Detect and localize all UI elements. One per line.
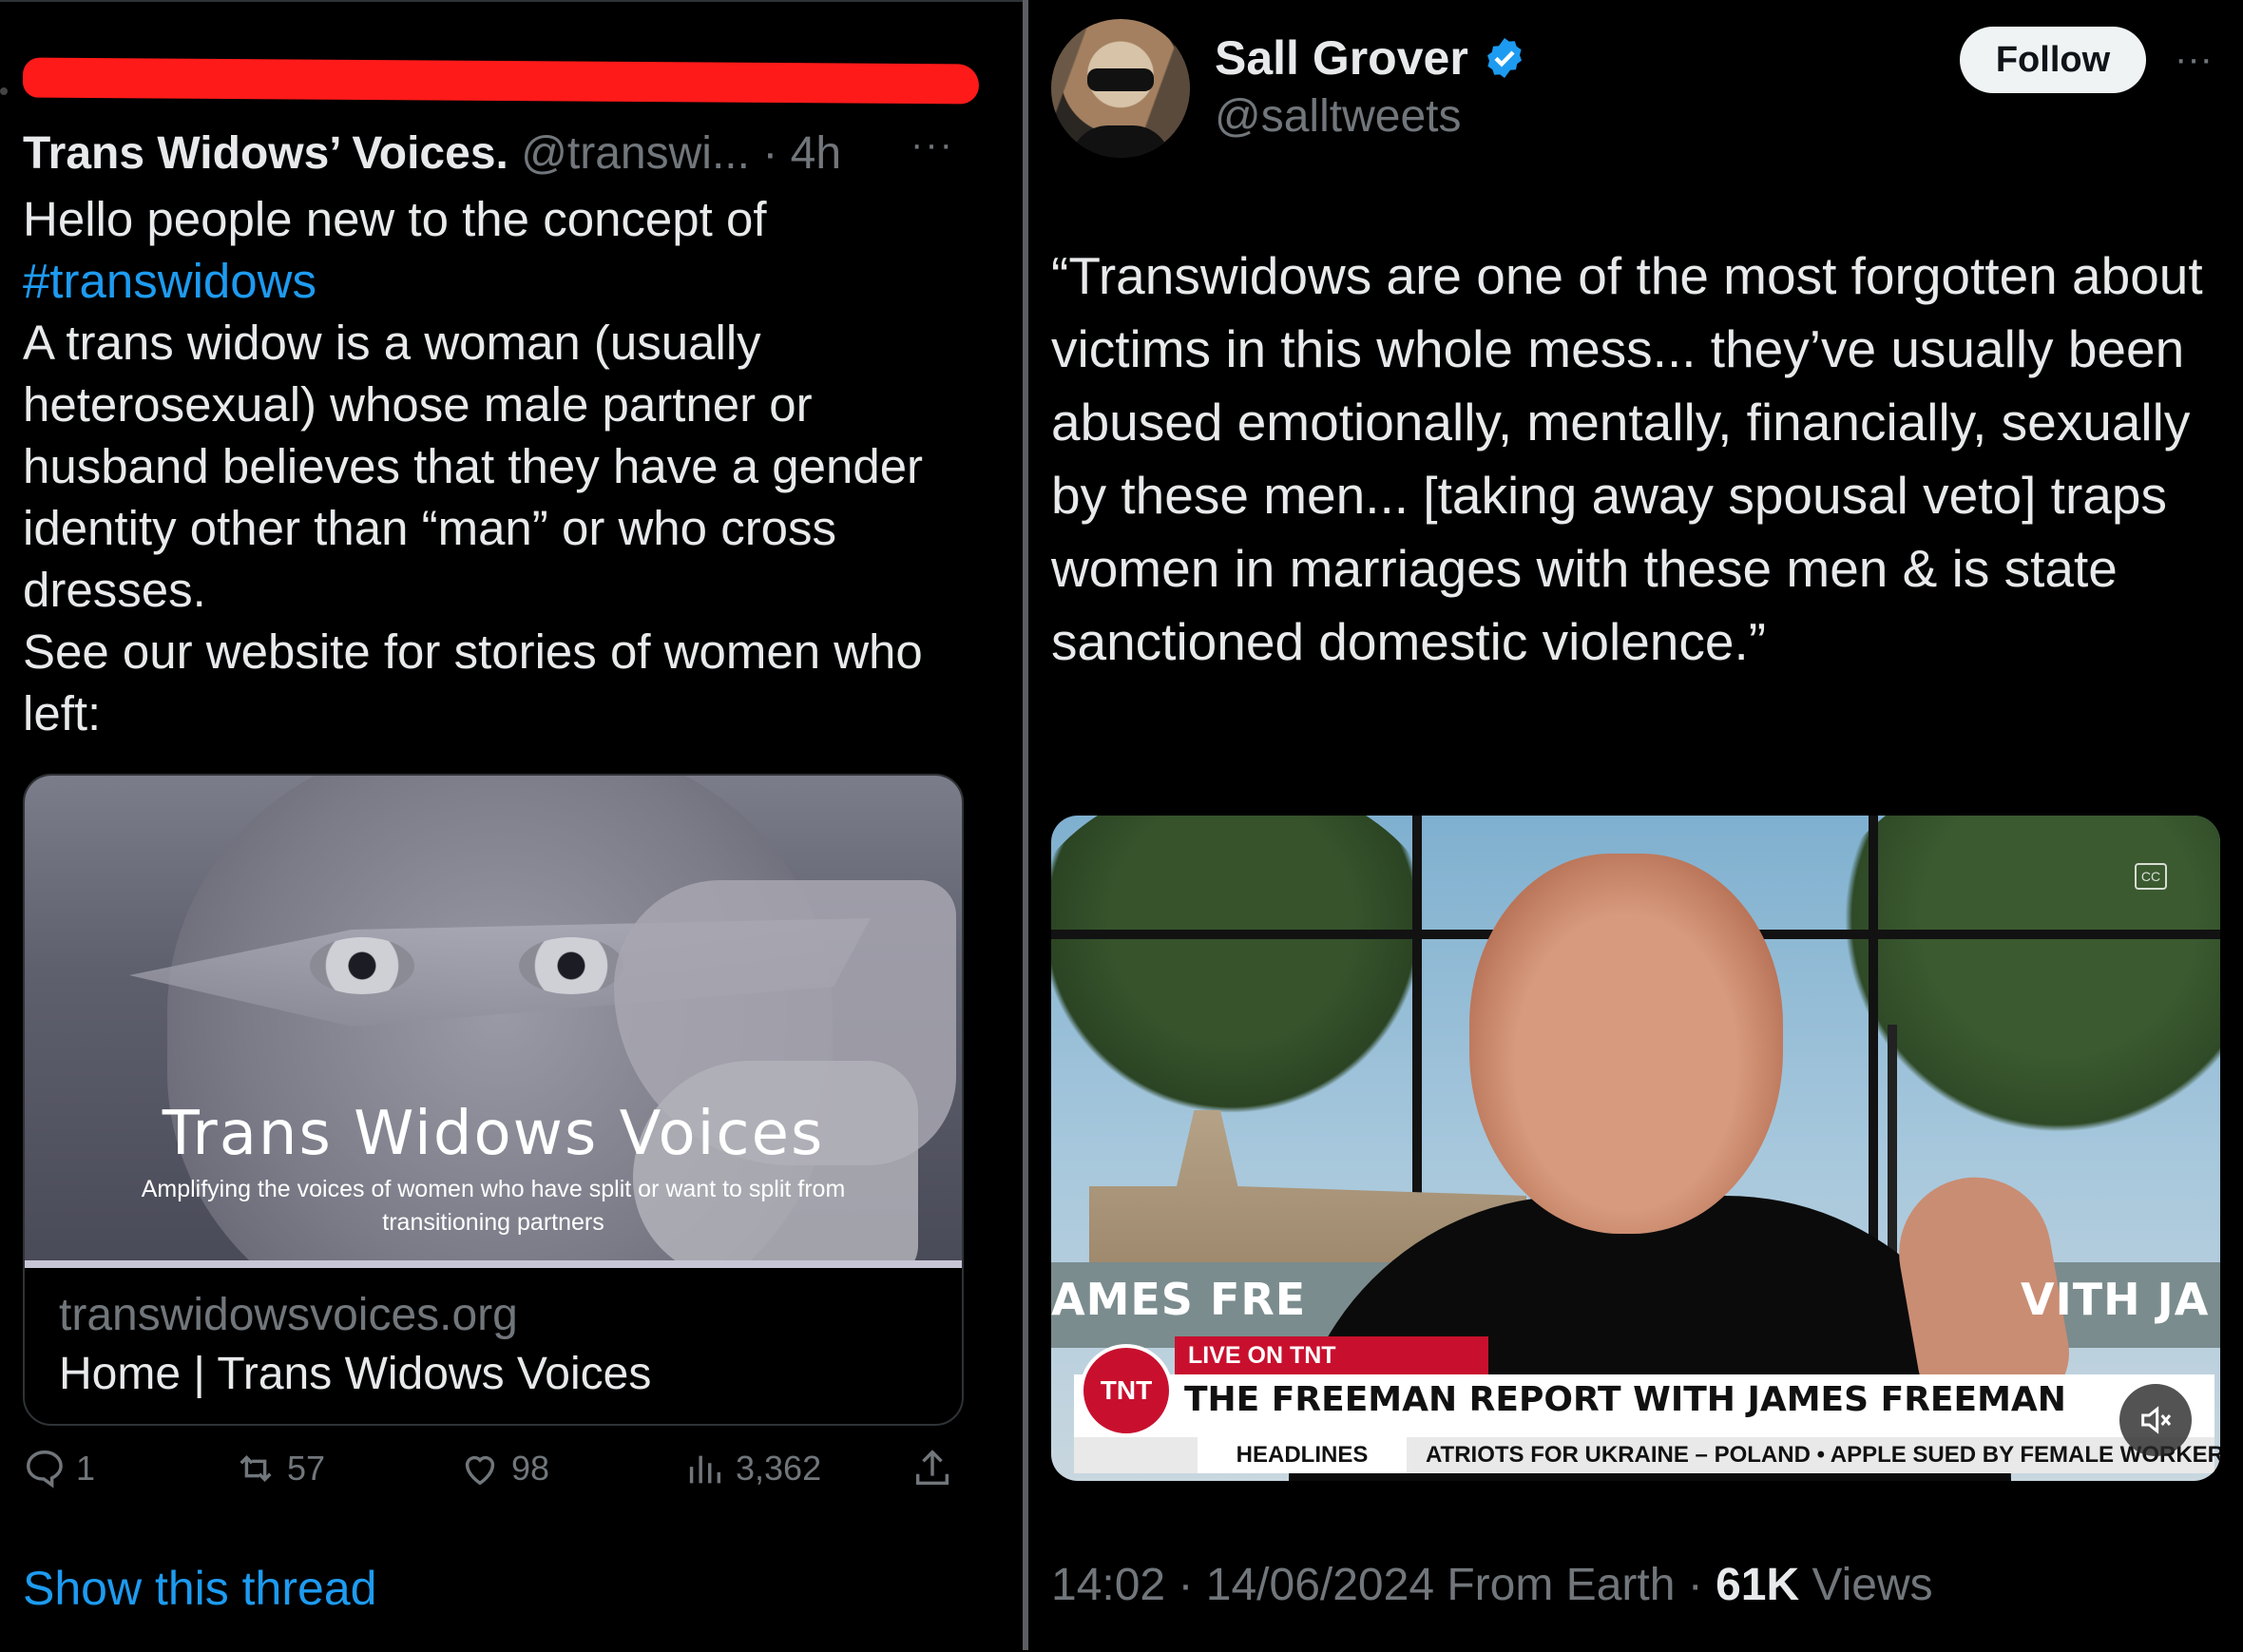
tweet-source: From Earth [1434,1560,1676,1610]
tweet-line-2: A trans widow is a woman (usually hetero… [23,316,924,617]
faded-indicator [0,87,8,95]
reply-button[interactable]: 1 [23,1447,95,1490]
video-player[interactable]: CC AMES FRE VITH JA LIVE ON TNT TNT THE … [1051,816,2220,1481]
link-preview-card[interactable]: Trans Widows Voices Amplifying the voice… [23,774,964,1426]
card-image[interactable]: Trans Widows Voices Amplifying the voice… [25,776,962,1260]
verified-badge-icon [1486,38,1522,78]
author-handle[interactable]: @transwi... [521,128,750,179]
share-button[interactable] [911,1447,964,1490]
views-label: Views [1799,1560,1933,1610]
views-chart-icon [689,1455,721,1484]
eye-right [519,937,623,994]
hashtag-link[interactable]: #transwidows [23,250,983,312]
tweet-header: Trans Widows’ Voices. @transwi... · 4h [23,124,841,184]
tree-foliage-left [1051,816,1450,1139]
views-count: 3,362 [736,1449,822,1488]
repost-icon [240,1455,272,1482]
avatar[interactable] [1051,19,1190,158]
card-image-title: Trans Widows Voices [162,1099,825,1169]
repost-button[interactable]: 57 [234,1447,325,1490]
card-page-title[interactable]: Home | Trans Widows Voices [59,1348,651,1400]
author-handle[interactable]: @salltweets [1215,90,1461,143]
backdrop-text-right: VITH JA [2021,1274,2210,1325]
show-title: THE FREEMAN REPORT WITH JAMES FREEMAN [1184,1380,2066,1419]
reply-count: 1 [76,1449,96,1488]
card-domain[interactable]: transwidowsvoices.org [59,1289,518,1341]
eye-left [310,937,414,994]
tweet-text: “Transwidows are one of the most forgott… [1051,246,2203,671]
news-ticker: HEADLINES ATRIOTS FOR UKRAINE – POLAND •… [1074,1437,2220,1473]
more-options-icon[interactable]: ··· [911,124,954,166]
avatar-sunglasses [1087,68,1154,91]
tweet-time[interactable]: 14:02 [1051,1560,1165,1610]
follow-button[interactable]: Follow [1960,27,2146,93]
tweet-line-3: See our website for stories of women who… [23,624,923,740]
tweet-text: Hello people new to the concept of #tran… [23,188,983,744]
timestamp[interactable]: 4h [791,128,841,179]
card-divider [25,1260,962,1268]
share-icon [915,1450,949,1486]
separator: · [762,128,778,179]
muted-speaker-icon [2141,1406,2172,1434]
tweet-line-1: Hello people new to the concept of [23,192,767,246]
backdrop-text-left: AMES FRE [1051,1274,1307,1325]
live-tag: LIVE ON TNT [1175,1336,1488,1374]
tweet-date[interactable]: 14/06/2024 [1206,1560,1434,1610]
like-button[interactable]: 98 [458,1447,549,1490]
views-button[interactable]: 3,362 [682,1447,821,1490]
author-name[interactable]: Sall Grover [1215,30,1468,86]
action-bar: 1 57 98 3,362 [23,1447,964,1504]
author-name[interactable]: Trans Widows’ Voices. [23,128,508,179]
card-image-subtitle: Amplifying the voices of women who have … [141,1176,846,1236]
more-options-icon[interactable]: ··· [2175,38,2213,81]
right-tweet-panel: Sall Grover @salltweets Follow ··· “Tran… [1028,0,2243,1650]
like-count: 98 [511,1449,550,1488]
captions-icon[interactable]: CC [2135,863,2167,890]
meta-separator: · [1165,1560,1206,1610]
presenter-head [1469,854,1783,1234]
meta-separator: · [1675,1560,1716,1610]
tweet-meta: 14:02 · 14/06/2024 From Earth · 61K View… [1051,1559,1933,1611]
show-thread-link[interactable]: Show this thread [23,1561,376,1616]
ticker-label: HEADLINES [1198,1437,1407,1473]
ticker-text: ATRIOTS FOR UKRAINE – POLAND • APPLE SUE… [1426,1442,2220,1468]
heart-icon [465,1455,495,1486]
reply-icon [27,1450,63,1489]
author-line: Sall Grover [1215,30,1527,86]
repost-count: 57 [287,1449,326,1488]
redaction-mark [22,57,980,105]
views-count: 61K [1716,1560,1800,1610]
mute-button[interactable] [2119,1384,2192,1456]
tnt-radio-logo: TNT [1080,1344,1173,1437]
left-tweet-panel: Trans Widows’ Voices. @transwi... · 4h ·… [0,0,1023,1652]
